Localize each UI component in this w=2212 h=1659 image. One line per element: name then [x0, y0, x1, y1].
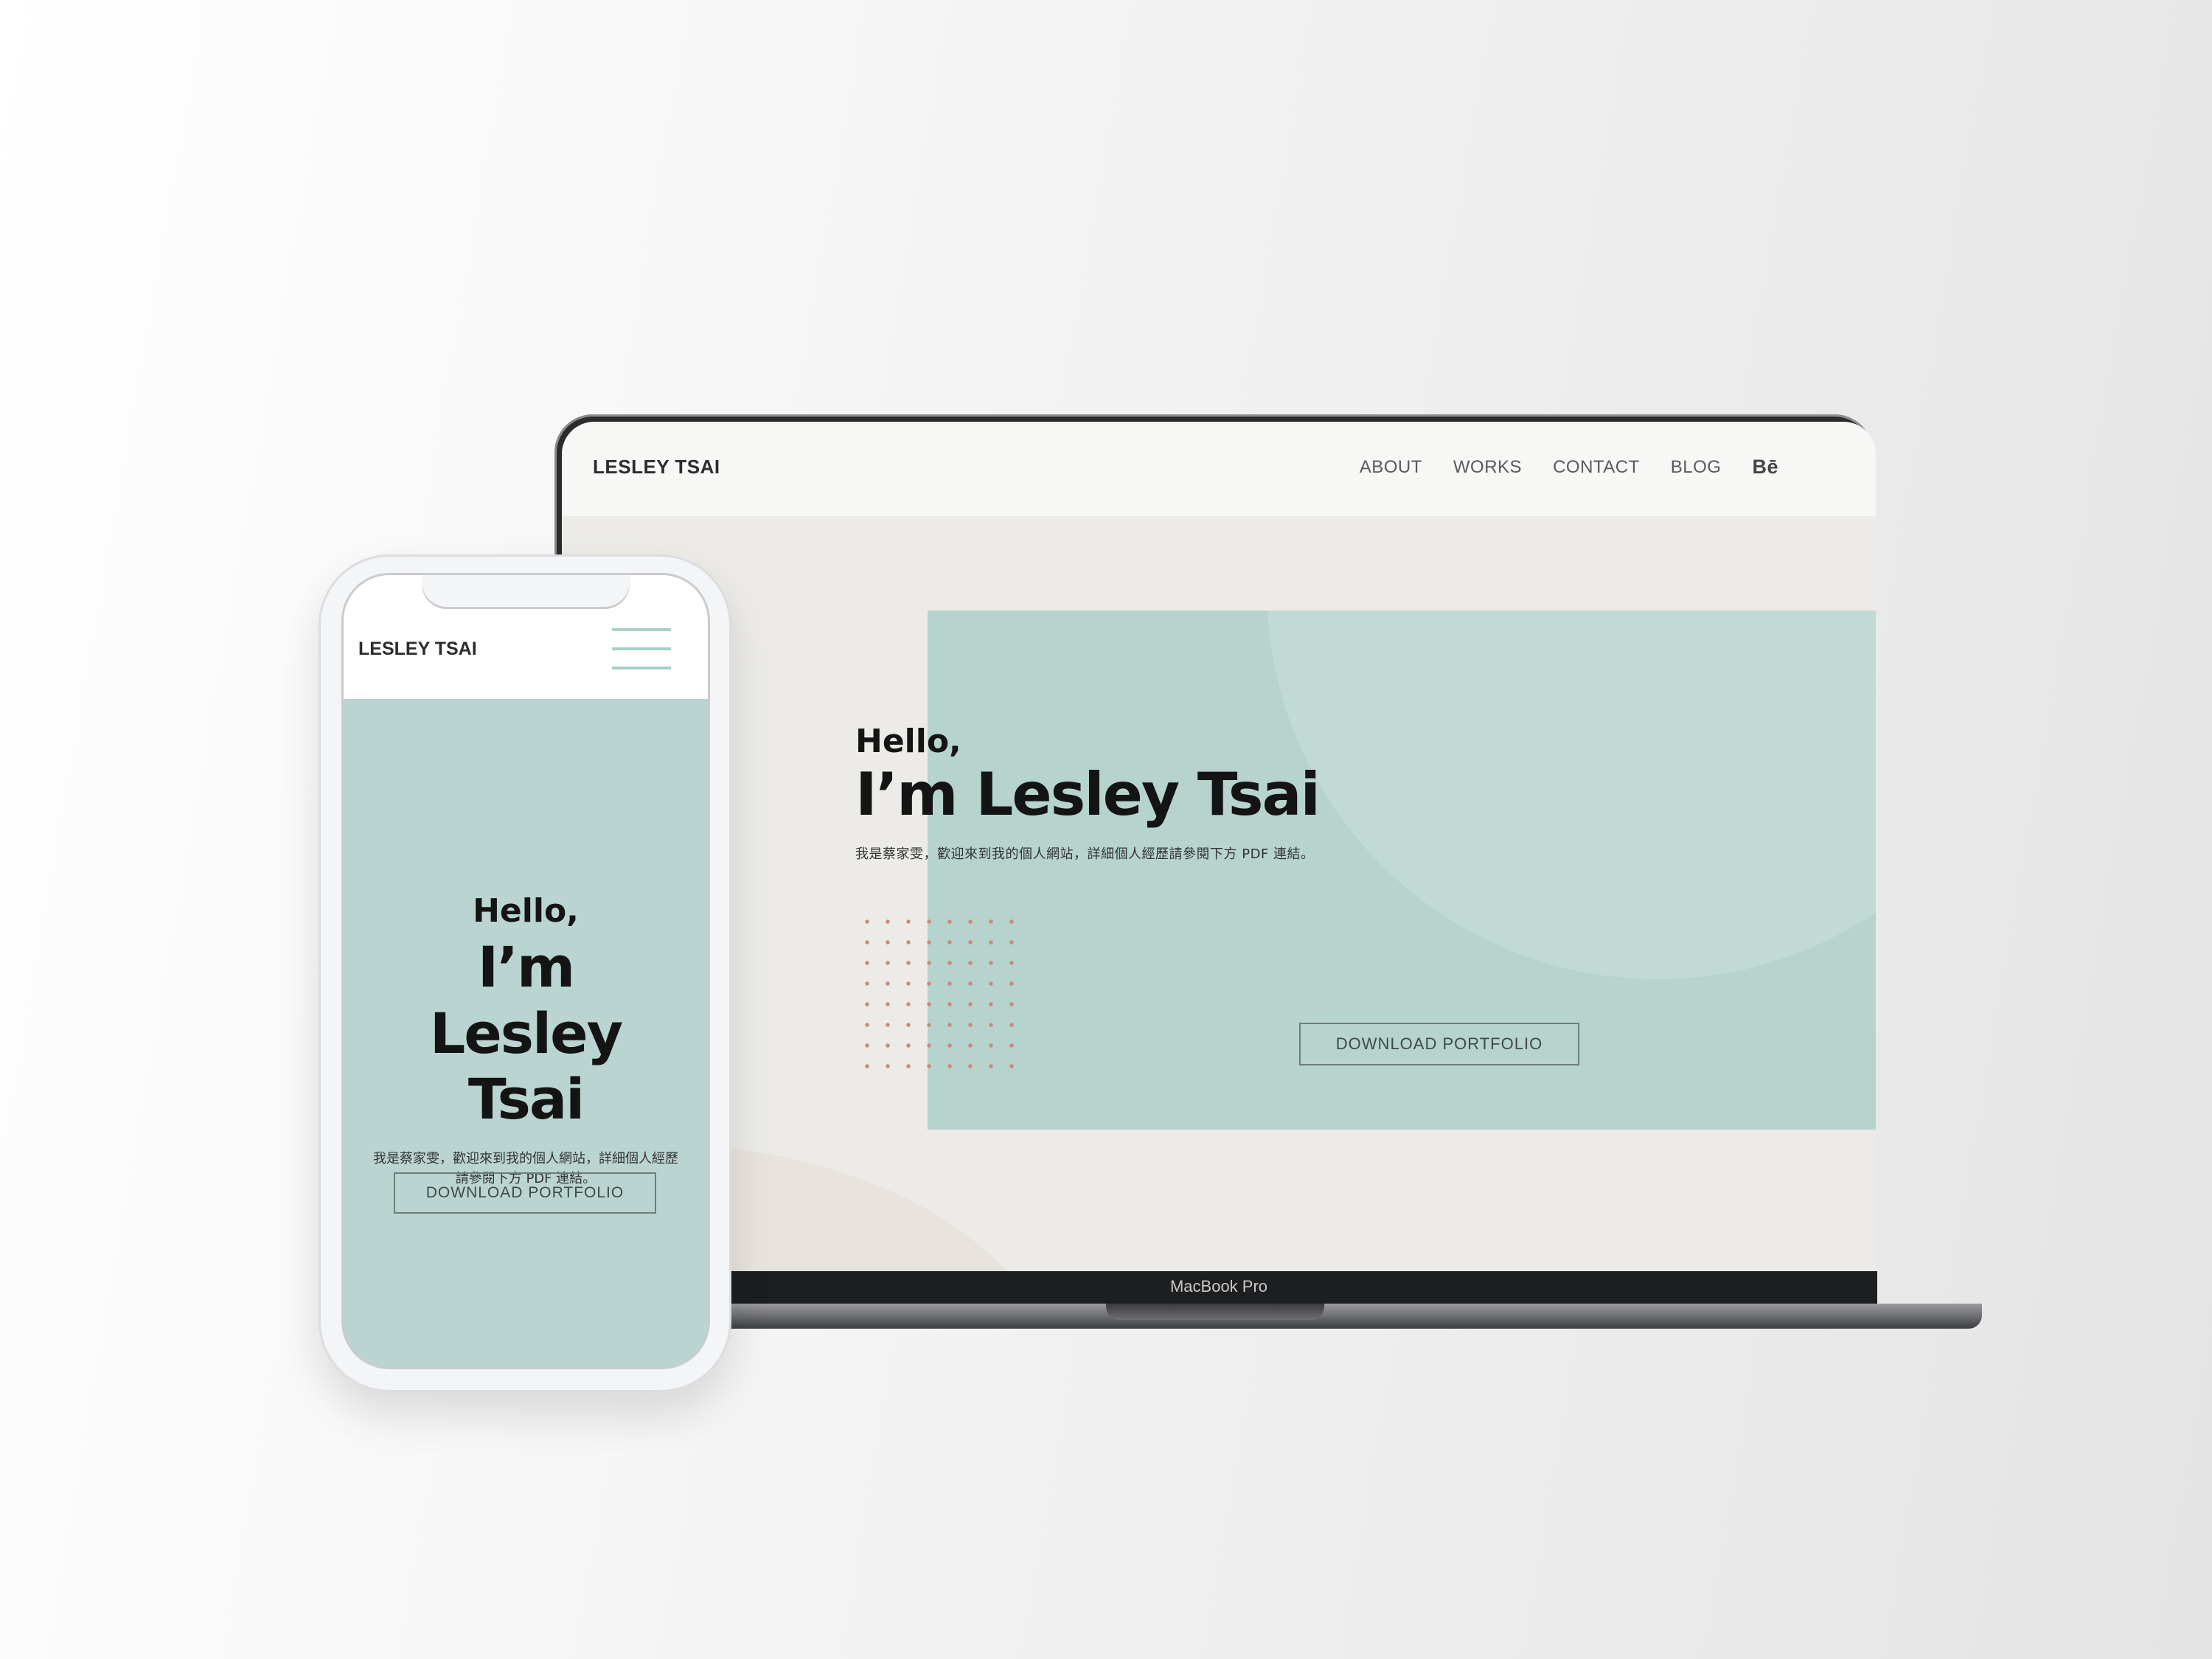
phone-screen: LESLEY TSAI Hello, I’m Lesley Tsai 我是蔡家雯… — [344, 575, 708, 1367]
hamburger-menu-icon[interactable] — [612, 628, 671, 672]
nav-item-works[interactable]: WORKS — [1453, 457, 1522, 478]
mobile-site-logo[interactable]: LESLEY TSAI — [358, 639, 477, 660]
nav-item-contact[interactable]: CONTACT — [1553, 457, 1640, 478]
hero-circle-decoration — [1267, 611, 1876, 979]
macbook-label: MacBook Pro — [1169, 1277, 1268, 1295]
mobile-hero-greeting: Hello, — [473, 892, 579, 930]
laptop-screen: LESLEY TSAI ABOUT WORKS CONTACT BLOG Bē … — [562, 422, 1876, 1271]
download-portfolio-button[interactable]: DOWNLOAD PORTFOLIO — [1299, 1023, 1579, 1065]
site-logo[interactable]: LESLEY TSAI — [593, 456, 720, 479]
dot-grid-decoration — [857, 911, 1019, 1074]
site-navbar: LESLEY TSAI ABOUT WORKS CONTACT BLOG Bē — [562, 422, 1876, 516]
mobile-header: LESLEY TSAI — [344, 575, 708, 699]
hero-greeting: Hello, — [855, 723, 961, 760]
nav-item-about[interactable]: ABOUT — [1360, 457, 1422, 478]
phone-notch — [422, 575, 630, 609]
behance-icon[interactable]: Bē — [1752, 456, 1778, 479]
laptop-hinge: MacBook Pro — [560, 1271, 1877, 1304]
hero-description: 我是蔡家雯，歡迎來到我的個人網站，詳細個人經歷請參閱下方 PDF 連結。 — [855, 846, 1315, 863]
hero-title: I’m Lesley Tsai — [855, 760, 1321, 830]
nav-item-blog[interactable]: BLOG — [1671, 457, 1722, 478]
hero-text: Hello, I’m Lesley Tsai 我是蔡家雯，歡迎來到我的個人網站，… — [855, 723, 1321, 863]
mobile-download-portfolio-button[interactable]: DOWNLOAD PORTFOLIO — [394, 1172, 656, 1214]
mobile-hero: Hello, I’m Lesley Tsai 我是蔡家雯，歡迎來到我的個人網站，… — [344, 892, 708, 1189]
laptop-trackpad-notch — [1106, 1304, 1324, 1320]
nav-links: ABOUT WORKS CONTACT BLOG Bē — [1360, 456, 1778, 479]
mobile-hero-title: I’m Lesley Tsai — [429, 934, 623, 1133]
